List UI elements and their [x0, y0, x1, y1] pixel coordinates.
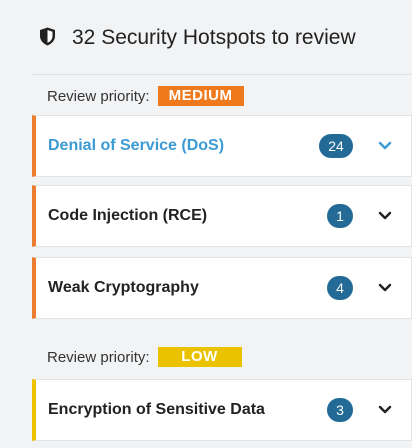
shield-icon — [40, 27, 55, 46]
review-priority-label: Review priority: — [47, 87, 150, 105]
hotspot-count-badge: 1 — [327, 204, 353, 228]
category-encryption-of-sensitive-data[interactable]: Encryption of Sensitive Data 3 — [32, 379, 412, 441]
chevron-down-icon[interactable] — [378, 405, 392, 415]
chevron-down-icon[interactable] — [378, 141, 392, 151]
hotspot-count-badge: 24 — [319, 134, 353, 158]
review-priority-label: Review priority: — [47, 348, 150, 366]
chevron-down-icon[interactable] — [378, 211, 392, 221]
hotspots-count-title: 32 Security Hotspots to review — [72, 26, 356, 49]
category-weak-cryptography[interactable]: Weak Cryptography 4 — [32, 257, 412, 319]
priority-group-medium-header: Review priority: MEDIUM — [47, 84, 244, 108]
category-name: Code Injection (RCE) — [48, 207, 208, 224]
hotspots-header: 32 Security Hotspots to review — [32, 0, 412, 75]
priority-group-low-header: Review priority: LOW — [47, 345, 242, 369]
category-name: Weak Cryptography — [48, 279, 199, 296]
chevron-down-icon[interactable] — [378, 283, 392, 293]
hotspot-count-badge: 4 — [327, 276, 353, 300]
priority-badge-medium: MEDIUM — [157, 86, 244, 106]
hotspots-panel: 32 Security Hotspots to review Review pr… — [32, 0, 412, 448]
category-name: Encryption of Sensitive Data — [48, 401, 265, 418]
hotspot-count-badge: 3 — [327, 398, 353, 422]
category-name: Denial of Service (DoS) — [48, 137, 225, 154]
category-code-injection[interactable]: Code Injection (RCE) 1 — [32, 185, 412, 247]
priority-badge-low: LOW — [157, 347, 242, 367]
category-denial-of-service[interactable]: Denial of Service (DoS) 24 — [32, 115, 412, 177]
